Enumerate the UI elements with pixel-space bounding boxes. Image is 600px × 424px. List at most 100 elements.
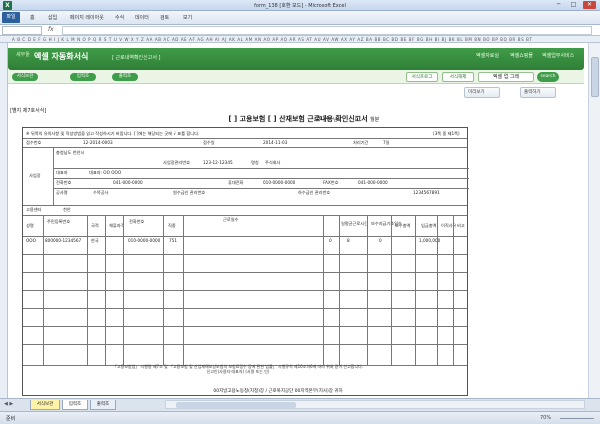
close-button[interactable]: ✕ — [583, 1, 596, 9]
name-box[interactable] — [2, 26, 42, 35]
row-phone[interactable]: 010-0000-0000 — [128, 238, 160, 243]
link-excel-service[interactable]: 엑셀업무서비스 — [542, 52, 574, 59]
mgmt-no-label: 사업장관리번호 — [163, 160, 190, 165]
row-nation[interactable]: 한국 — [91, 238, 99, 244]
col-note: 비고 — [457, 223, 465, 228]
row-hours[interactable]: 8 — [347, 238, 350, 243]
col-wage: 보수총액 — [395, 223, 411, 228]
pill-output[interactable]: 출력조 — [112, 73, 138, 81]
report-month-unit: 월분 — [370, 117, 380, 123]
tab-home[interactable]: 홈 — [30, 14, 35, 21]
vertical-scroll-thumb[interactable] — [591, 57, 599, 97]
tab-data[interactable]: 데이터 — [135, 14, 149, 21]
col-total: 임금총액 — [421, 223, 437, 228]
zoom-level[interactable]: 70% — [540, 415, 551, 421]
search-input[interactable]: 엑셀 업 그레 — [478, 72, 534, 82]
column-headers[interactable]: A B C D E F G H I J K L M N O P Q R S T … — [0, 36, 600, 43]
print-button[interactable]: 출력하기 — [520, 87, 556, 98]
function-icon[interactable]: fx — [48, 26, 54, 33]
office[interactable]: 천안 — [63, 207, 71, 213]
tab-view[interactable]: 보기 — [183, 14, 192, 21]
search-button[interactable]: search — [537, 72, 559, 82]
sub-label: 하수급인 관리번호 — [298, 190, 331, 195]
link-excel-shop[interactable]: 엑셀쇼핑몰 — [510, 52, 533, 59]
window-title: form_138 [호환 모드] - Microsoft Excel — [254, 3, 346, 9]
formula-input[interactable] — [62, 26, 592, 35]
brand-label: 세무툴 — [16, 52, 30, 58]
row-days[interactable]: 0 — [329, 238, 332, 243]
rep-label: 대표자 — [56, 170, 68, 175]
tab-page-layout[interactable]: 페이지 레이아웃 — [70, 14, 104, 21]
reg-no[interactable]: 1234567891 — [413, 190, 440, 195]
work-type[interactable]: 수목공사 — [93, 190, 108, 196]
status-bar: 준비 70% — [0, 411, 600, 424]
app-banner: 세무툴 엑셀 자동화서식 [ 근로내역확인신고서 ] 엑셀자료실 엑셀쇼핑몰 엑… — [8, 48, 584, 70]
receipt-no-label: 접수번호 — [26, 140, 42, 145]
tab-review[interactable]: 검토 — [160, 14, 169, 21]
preview-label: 미리보기 — [468, 90, 485, 95]
col-job: 직종 — [168, 223, 176, 228]
window-titlebar: X form_138 [호환 모드] - Microsoft Excel ─ □… — [0, 0, 600, 11]
receipt-date-label: 접수일 — [203, 140, 215, 145]
report-year-unit: 년 — [333, 117, 338, 123]
fax[interactable]: 041-000-0000 — [358, 180, 388, 185]
horizontal-scroll-thumb[interactable] — [176, 402, 296, 408]
sheet-nav-icon[interactable]: ◀ ▶ — [4, 401, 13, 407]
horizontal-scrollbar[interactable] — [165, 400, 585, 409]
sheet-tab-input[interactable]: 입력조 — [62, 400, 88, 410]
zoom-slider[interactable] — [560, 418, 594, 419]
link-excel-library[interactable]: 엑셀자료실 — [476, 52, 499, 59]
employer-name[interactable]: 주식회사 — [265, 160, 280, 166]
col-workdays: 근로일수 — [223, 217, 239, 222]
row-base-days[interactable]: 0 — [379, 238, 382, 243]
fax-label: FAX번호 — [323, 180, 339, 185]
minimize-button[interactable]: ─ — [552, 1, 565, 9]
row-job[interactable]: 751 — [169, 238, 177, 243]
vertical-scrollbar[interactable] — [588, 43, 600, 398]
form-program-button[interactable]: 서식프로그 — [406, 72, 438, 82]
form-subtitle: [ 근로내역확인신고서 ] — [112, 55, 161, 61]
footnote-addressee: 00지방고용노동청(지청)장 / 근로복지공단 00지역본부(지사)장 귀하 — [213, 389, 343, 394]
form-footnote: 「고용보험법」 시행령 제7조 및 「고용보험 및 산업재해보상보험의 보험료징… — [48, 364, 428, 374]
footnote-line-2: 신고인(사용자·대표자) (서명 또는 인) — [206, 369, 270, 374]
form-document: ※ 뒤쪽의 유의사항 및 작성방법을 읽고 작성하시기 바랍니다. [ ]에는 … — [22, 127, 469, 396]
employer-address[interactable]: 충청남도 천안시 — [56, 150, 84, 156]
maximize-button[interactable]: □ — [567, 1, 580, 9]
file-tab[interactable]: 파일 — [2, 12, 20, 23]
col-rrn: 주민등록번호 — [47, 219, 71, 224]
sheet-tab-storage[interactable]: 서식보관 — [30, 400, 60, 410]
status-ready: 준비 — [6, 416, 16, 422]
tab-insert[interactable]: 삽입 — [48, 14, 57, 21]
phone-label: 전화번호 — [56, 180, 72, 185]
receipt-no: 12-2014-0003 — [83, 140, 113, 145]
worksheet[interactable]: 세무툴 엑셀 자동화서식 [ 근로내역확인신고서 ] 엑셀자료실 엑셀쇼핑몰 엑… — [8, 43, 588, 398]
pill-storage[interactable]: 서식보관 — [12, 73, 38, 81]
form-release-button[interactable]: 서식해제 — [442, 72, 474, 82]
employer-label: 사업장 — [29, 173, 41, 178]
col-hours: 일평균근로시간 — [341, 221, 368, 226]
mobile[interactable]: 010-0000-0000 — [263, 180, 295, 185]
period-label: 처리기간 — [353, 140, 369, 145]
mobile-label: 휴대전화 — [228, 180, 244, 185]
office-label: 고용센터 — [26, 207, 42, 212]
mgmt-no[interactable]: 123-12-12345 — [203, 160, 233, 165]
col-name: 성명 — [26, 223, 34, 228]
formula-bar: fx — [0, 25, 600, 36]
rep-line[interactable]: 대표자: OO OOO — [89, 170, 121, 176]
phone[interactable]: 041-000-0000 — [113, 180, 143, 185]
sheet-tab-output[interactable]: 출력조 — [90, 400, 116, 410]
print-label: 출력하기 — [524, 90, 541, 95]
receipt-date: 2014-11-03 — [263, 140, 288, 145]
form-notice: ※ 뒤쪽의 유의사항 및 작성방법을 읽고 작성하시기 바랍니다. [ ]에는 … — [26, 131, 200, 136]
contract-label: 원수급인 관리번호 — [173, 190, 206, 195]
row-name[interactable]: OOO — [26, 238, 36, 243]
form-label: [별지 제7호서식] — [10, 108, 47, 114]
col-nation: 국적 — [91, 223, 99, 228]
col-reason: 이직사유 — [441, 223, 457, 228]
tab-formulas[interactable]: 수식 — [115, 14, 124, 21]
row-rrn[interactable]: 800000-1234567 — [45, 238, 81, 243]
row-headers[interactable] — [0, 43, 8, 398]
pill-input[interactable]: 입력조 — [70, 73, 96, 81]
report-month: 8 — [355, 116, 359, 122]
preview-button[interactable]: 미리보기 — [464, 87, 500, 98]
